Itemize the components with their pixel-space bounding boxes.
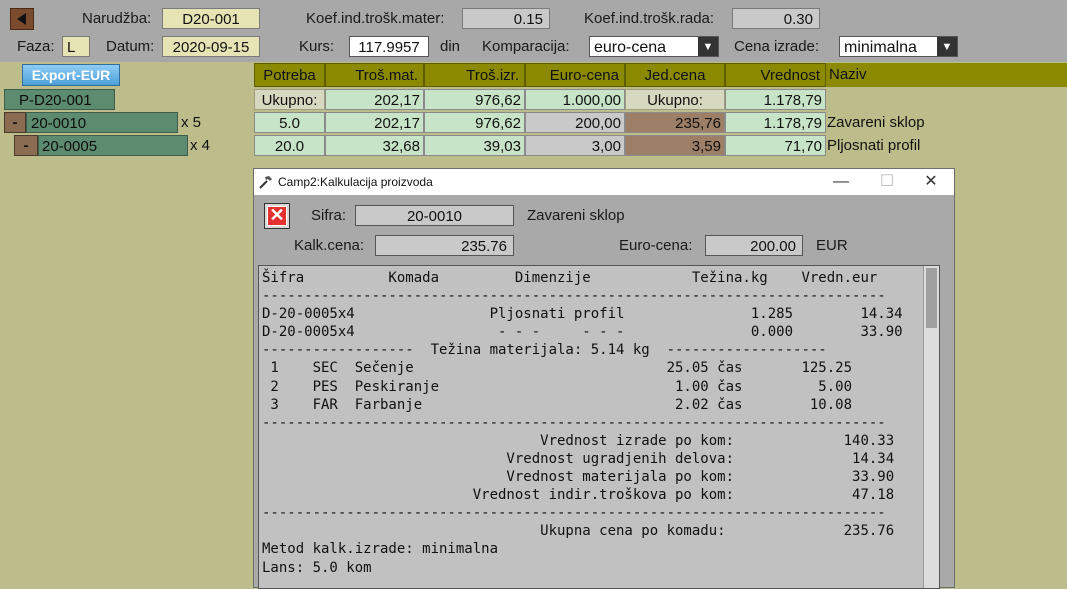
table-cell[interactable]: 3,00 xyxy=(525,135,625,156)
tree-root[interactable]: P-D20-001 xyxy=(4,89,115,110)
tree-item-20-0010[interactable]: 20-0010 xyxy=(26,112,178,133)
datum-label: Datum: xyxy=(106,38,155,55)
table-cell: 202,17 xyxy=(325,112,424,133)
minimize-button[interactable]: — xyxy=(818,169,864,195)
table-cell: 1.178,79 xyxy=(725,89,826,110)
narudzba-label: Narudžba: xyxy=(82,10,152,27)
dialog-title: Camp2:Kalkulacija proizvoda xyxy=(278,175,433,189)
kurs-label: Kurs: xyxy=(299,38,335,55)
table-cell[interactable]: 5.0 xyxy=(254,112,325,133)
faza-label: Faza: xyxy=(17,38,55,55)
komparacija-label: Komparacija: xyxy=(482,38,570,55)
tree-item-20-0005[interactable]: 20-0005 xyxy=(38,135,188,156)
cena-izrade-value: minimalna xyxy=(844,39,917,56)
maximize-button[interactable]: ☐ xyxy=(864,169,910,195)
back-button[interactable] xyxy=(10,8,34,30)
scrollbar[interactable] xyxy=(923,266,939,588)
table-cell: 202,17 xyxy=(325,89,424,110)
koef-mater-label: Koef.ind.trošk.mater: xyxy=(306,10,445,27)
eur-unit: EUR xyxy=(816,237,848,254)
col-header-potreba: Potreba xyxy=(254,63,325,87)
kalk-cena-field[interactable]: 235.76 xyxy=(375,235,514,256)
tree-item-multiplier: x 4 xyxy=(190,137,211,154)
col-header-jed-cena: Jed.cena xyxy=(625,63,725,87)
euro-cena-label: Euro-cena: xyxy=(619,237,693,254)
chevron-down-icon[interactable]: ▼ xyxy=(698,37,718,56)
calculation-report[interactable]: Šifra Komada Dimenzije Težina.kg Vredn.e… xyxy=(258,265,940,589)
sifra-label: Sifra: xyxy=(311,207,347,224)
calculation-dialog: Camp2:Kalkulacija proizvoda — ☐ ✕ ✕ Sifr… xyxy=(253,168,955,589)
koef-mater-field[interactable]: 0.15 xyxy=(462,8,550,29)
komparacija-value: euro-cena xyxy=(594,39,667,56)
table-cell[interactable]: 20.0 xyxy=(254,135,325,156)
table-cell: 39,03 xyxy=(424,135,525,156)
table-cell: Ukupno: xyxy=(625,89,725,110)
col-header-naziv: Naziv xyxy=(826,63,1067,87)
hammer-icon xyxy=(259,176,272,189)
komparacija-select[interactable]: euro-cena ▼ xyxy=(589,36,719,57)
table-cell: 71,70 xyxy=(725,135,826,156)
col-header-euro-cena: Euro-cena xyxy=(525,63,625,87)
din-label: din xyxy=(440,38,461,55)
table-cell: 976,62 xyxy=(424,89,525,110)
table-cell: 1.178,79 xyxy=(725,112,826,133)
kurs-field[interactable]: 117.9957 xyxy=(349,36,429,57)
table-cell-naziv: Zavareni sklop xyxy=(827,114,925,131)
col-header-vrednost: Vrednost xyxy=(725,63,826,87)
table-cell: 1.000,00 xyxy=(525,89,625,110)
narudzba-field[interactable]: D20-001 xyxy=(162,8,260,29)
table-cell: 976,62 xyxy=(424,112,525,133)
collapse-button[interactable]: - xyxy=(4,112,26,133)
table-cell[interactable]: 235,76 xyxy=(625,112,725,133)
scrollbar-thumb[interactable] xyxy=(926,268,937,328)
chevron-down-icon[interactable]: ▼ xyxy=(937,37,957,56)
koef-rada-field[interactable]: 0.30 xyxy=(732,8,820,29)
col-header-tros-mat: Troš.mat. xyxy=(325,63,424,87)
table-cell[interactable]: 3,59 xyxy=(625,135,725,156)
euro-cena-field[interactable]: 200.00 xyxy=(705,235,803,256)
sifra-field[interactable]: 20-0010 xyxy=(355,205,514,226)
koef-rada-label: Koef.ind.trošk.rada: xyxy=(584,10,715,27)
dialog-titlebar[interactable]: Camp2:Kalkulacija proizvoda — ☐ ✕ xyxy=(254,169,954,195)
close-dialog-button[interactable]: ✕ xyxy=(264,203,290,229)
window-close-button[interactable]: ✕ xyxy=(908,169,954,195)
tree-item-multiplier: x 5 xyxy=(181,114,202,131)
table-cell: 32,68 xyxy=(325,135,424,156)
sifra-description: Zavareni sklop xyxy=(527,207,625,224)
collapse-button[interactable]: - xyxy=(14,135,38,156)
cena-izrade-select[interactable]: minimalna ▼ xyxy=(839,36,958,57)
faza-field[interactable]: L xyxy=(62,36,90,57)
col-header-tros-izr: Troš.izr. xyxy=(424,63,525,87)
export-eur-button[interactable]: Export-EUR xyxy=(22,64,120,86)
cena-izrade-label: Cena izrade: xyxy=(734,38,820,55)
kalk-cena-label: Kalk.cena: xyxy=(294,237,365,254)
report-text: Šifra Komada Dimenzije Težina.kg Vredn.e… xyxy=(262,270,903,576)
table-cell[interactable]: 200,00 xyxy=(525,112,625,133)
table-cell: Ukupno: xyxy=(254,89,325,110)
datum-field[interactable]: 2020-09-15 xyxy=(162,36,260,57)
table-cell-naziv: Pljosnati profil xyxy=(827,137,921,154)
close-icon: ✕ xyxy=(267,206,287,226)
